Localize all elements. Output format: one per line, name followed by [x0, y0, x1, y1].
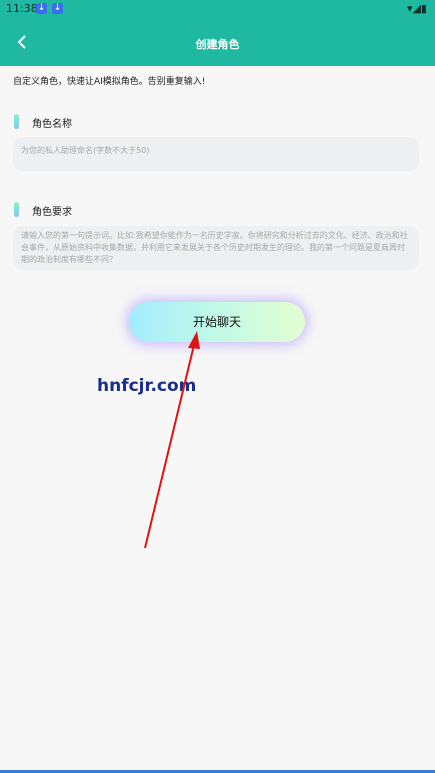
red-arrow-annotation [144, 331, 200, 549]
